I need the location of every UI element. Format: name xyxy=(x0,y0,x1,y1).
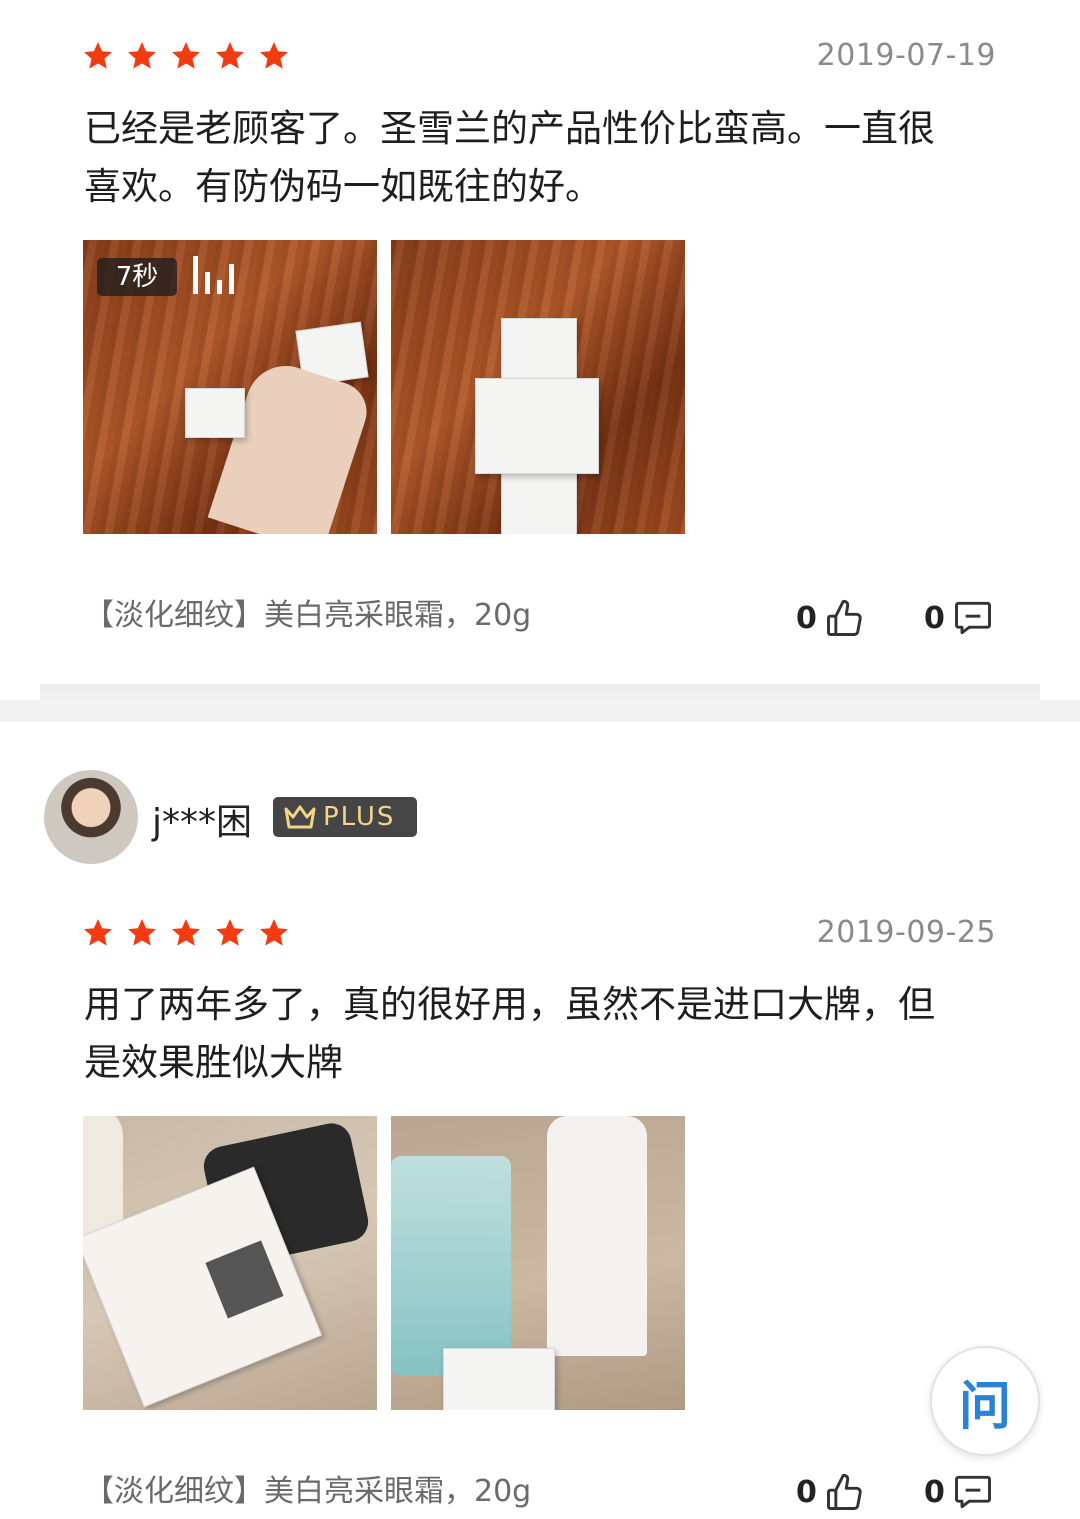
product-box xyxy=(443,1348,555,1410)
ask-question-button[interactable]: 问 xyxy=(930,1346,1040,1456)
review-date: 2019-07-19 xyxy=(816,38,996,73)
glass-bottle xyxy=(391,1156,511,1376)
review-text: 用了两年多了，真的很好用，虽然不是进口大牌，但 是效果胜似大牌 xyxy=(84,976,984,1092)
star-icon xyxy=(172,42,200,69)
audio-bars-icon xyxy=(193,254,234,294)
star-icon xyxy=(128,919,156,946)
hand xyxy=(207,355,375,534)
star-icon xyxy=(216,42,244,69)
like-count: 0 xyxy=(796,600,817,636)
review-text: 已经是老顾客了。圣雪兰的产品性价比蛮高。一直很 喜欢。有防伪码一如既往的好。 xyxy=(84,100,984,216)
star-icon xyxy=(260,919,288,946)
star-icon xyxy=(172,919,200,946)
product-box xyxy=(475,378,599,474)
star-icon xyxy=(128,42,156,69)
avatar[interactable] xyxy=(44,770,138,864)
thumbs-up-icon xyxy=(826,1473,862,1510)
review-text-line: 已经是老顾客了。圣雪兰的产品性价比蛮高。一直很 xyxy=(84,107,935,150)
video-duration: 7秒 xyxy=(97,258,177,296)
product-box xyxy=(185,388,245,438)
review-text-line: 是效果胜似大牌 xyxy=(84,1041,343,1084)
product-spec: 【淡化细纹】美白亮采眼霜，20g xyxy=(84,598,532,633)
star-icon xyxy=(84,919,112,946)
rating-stars xyxy=(82,917,290,949)
review-card-1: 2019-07-19 已经是老顾客了。圣雪兰的产品性价比蛮高。一直很 喜欢。有防… xyxy=(0,0,1080,700)
like-count: 0 xyxy=(796,1474,817,1510)
crown-icon xyxy=(284,805,316,829)
comment-button[interactable]: 0 xyxy=(924,596,995,640)
qr-code xyxy=(205,1240,284,1319)
comment-count: 0 xyxy=(924,600,945,636)
product-spec: 【淡化细纹】美白亮采眼霜，20g xyxy=(84,1474,532,1509)
review-text-line: 喜欢。有防伪码一如既往的好。 xyxy=(84,165,602,208)
star-icon xyxy=(260,42,288,69)
ask-icon: 问 xyxy=(958,1376,1011,1437)
username: j***困 xyxy=(152,802,253,843)
plus-badge: PLUS xyxy=(273,797,417,837)
card-divider xyxy=(40,684,1040,702)
thumbs-up-icon xyxy=(826,599,862,636)
badge-label: PLUS xyxy=(323,802,396,832)
review-photo[interactable] xyxy=(391,1116,685,1410)
review-text-line: 用了两年多了，真的很好用，虽然不是进口大牌，但 xyxy=(84,983,935,1026)
star-icon xyxy=(84,42,112,69)
rating-stars xyxy=(82,40,290,72)
bottle xyxy=(547,1116,647,1356)
comment-button[interactable]: 0 xyxy=(924,1470,995,1514)
review-date: 2019-09-25 xyxy=(816,915,996,950)
review-photo[interactable] xyxy=(83,1116,377,1410)
comment-icon xyxy=(954,601,991,635)
star-icon xyxy=(216,919,244,946)
like-button[interactable]: 0 xyxy=(796,596,867,640)
comment-count: 0 xyxy=(924,1474,945,1510)
review-photo[interactable] xyxy=(391,240,685,534)
review-video-thumbnail[interactable]: 7秒 xyxy=(83,240,377,534)
comment-icon xyxy=(954,1475,991,1509)
like-button[interactable]: 0 xyxy=(796,1470,867,1514)
